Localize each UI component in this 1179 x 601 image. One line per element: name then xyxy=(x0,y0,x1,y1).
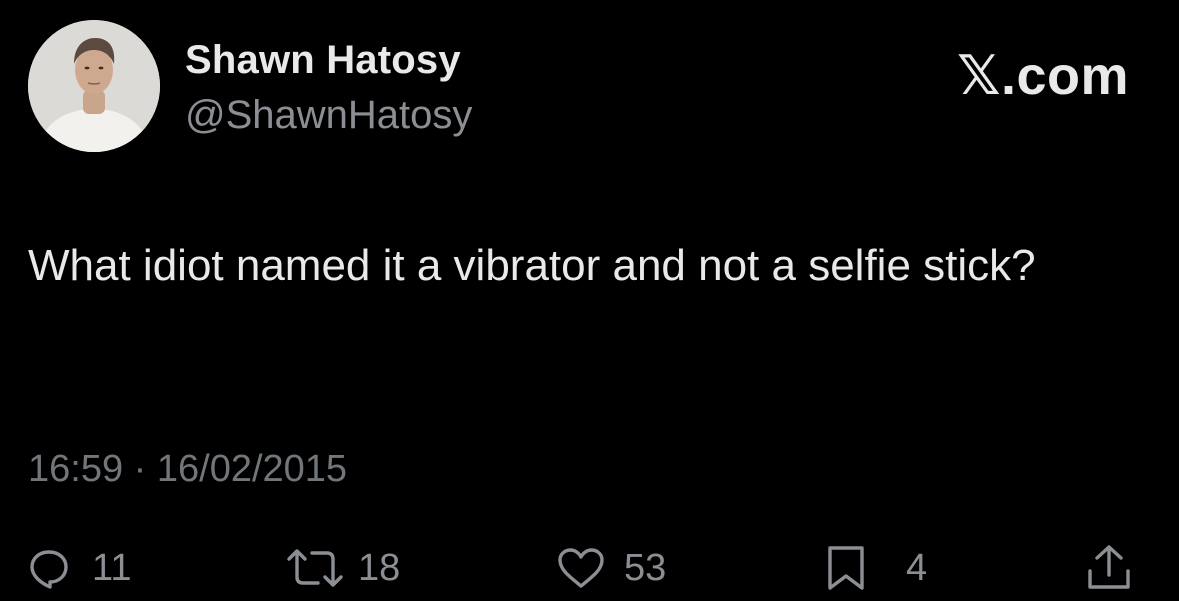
tweet-text: What idiot named it a vibrator and not a… xyxy=(28,241,1036,290)
bookmark-count: 4 xyxy=(906,546,928,589)
avatar-photo xyxy=(28,20,160,152)
like-button[interactable]: 53 xyxy=(556,538,666,598)
author-display-name[interactable]: Shawn Hatosy xyxy=(185,38,461,83)
brand-suffix: .com xyxy=(1000,46,1129,106)
tweet-card: Shawn Hatosy @ShawnHatosy 𝕏.com What idi… xyxy=(0,0,1179,601)
x-logo-icon: 𝕏 xyxy=(956,44,1001,107)
avatar[interactable] xyxy=(28,20,160,152)
repost-button[interactable]: 18 xyxy=(286,538,400,598)
reply-icon xyxy=(30,550,68,589)
like-icon xyxy=(558,548,604,588)
share-button[interactable] xyxy=(1085,538,1133,598)
repost-icon xyxy=(287,549,343,587)
reply-count: 11 xyxy=(92,546,132,589)
bookmark-button[interactable]: 4 xyxy=(824,538,927,598)
brand-logo: 𝕏.com xyxy=(957,44,1129,107)
share-icon xyxy=(1088,545,1130,589)
repost-count: 18 xyxy=(358,546,401,589)
reply-button[interactable]: 11 xyxy=(28,538,131,598)
tweet-timestamp[interactable]: 16:59 · 16/02/2015 xyxy=(28,448,347,491)
like-count: 53 xyxy=(624,546,667,589)
action-bar: 11 18 53 4 xyxy=(0,538,1179,598)
bookmark-icon xyxy=(828,546,864,590)
author-handle[interactable]: @ShawnHatosy xyxy=(185,93,472,138)
